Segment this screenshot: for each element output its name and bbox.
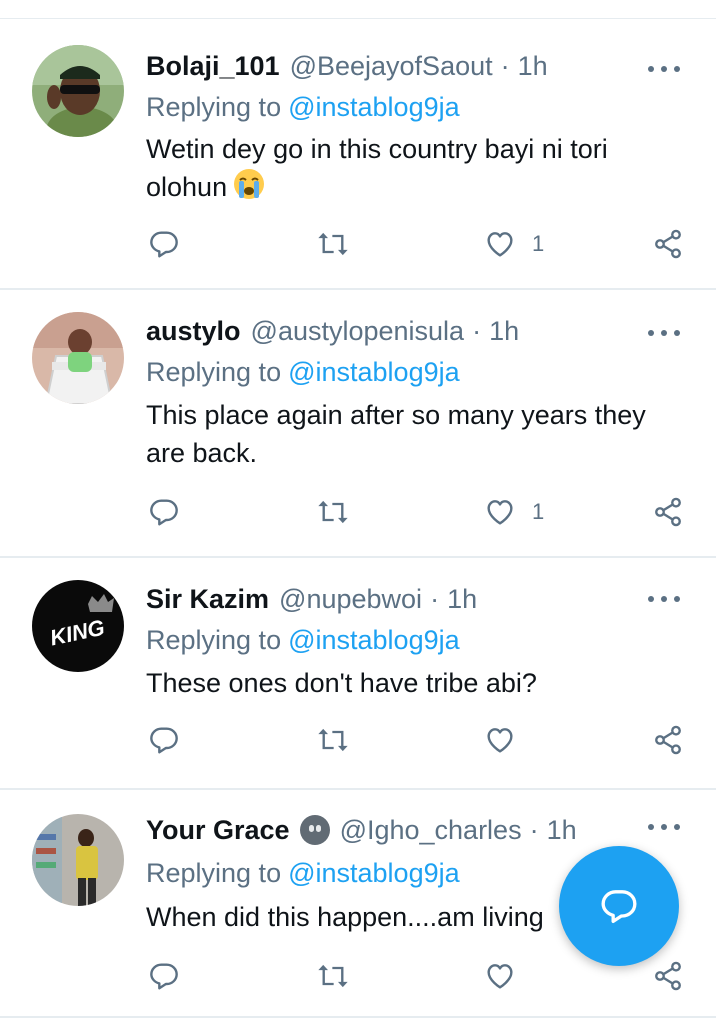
more-options-icon[interactable] (648, 318, 680, 348)
timestamp[interactable]: 1h (447, 584, 477, 615)
display-name[interactable]: Sir Kazim (146, 584, 269, 615)
tweet-divider (0, 1016, 716, 1018)
retweet-button[interactable] (316, 724, 350, 756)
tweet-reply[interactable]: austylo @austylopenisula · 1h Replying t… (0, 290, 716, 558)
loudly-crying-face-emoji (234, 169, 265, 199)
reply-icon (150, 231, 178, 258)
tweet-reply[interactable]: Bolaji_101 @BeejayofSaout · 1h Replying … (0, 0, 716, 290)
reply-button[interactable] (148, 228, 180, 260)
tweet-header: Sir Kazim @nupebwoi · 1h (146, 582, 477, 616)
timestamp[interactable]: 1h (489, 316, 519, 347)
heart-icon (487, 964, 513, 989)
replying-prefix: Replying to (146, 357, 282, 387)
replying-prefix: Replying to (146, 92, 282, 122)
share-icon (655, 961, 681, 991)
avatar[interactable] (32, 312, 124, 404)
share-button[interactable] (652, 496, 684, 528)
mention-link[interactable]: @instablog9ja (288, 357, 460, 387)
heart-icon (487, 500, 513, 525)
tweet-text: Wetin dey go in this country bayi ni tor… (146, 130, 676, 206)
tweet-header: Bolaji_101 @BeejayofSaout · 1h (146, 49, 548, 83)
more-options-icon[interactable] (648, 812, 680, 842)
separator-dot: · (430, 583, 440, 614)
share-button[interactable] (652, 724, 684, 756)
heart-icon (487, 728, 513, 753)
user-handle[interactable]: @BeejayofSaout (290, 51, 493, 82)
retweet-icon (318, 232, 348, 256)
like-button[interactable] (484, 724, 532, 756)
tweet-actions (0, 960, 716, 1000)
retweet-button[interactable] (316, 960, 350, 992)
more-options-icon[interactable] (648, 584, 680, 614)
neutral-face-emoji (299, 815, 330, 845)
share-button[interactable] (652, 228, 684, 260)
tweet-actions: 1 (0, 228, 716, 268)
user-handle[interactable]: @austylopenisula (251, 316, 465, 347)
tweet-header: Your Grace @Igho_charles · 1h (146, 813, 577, 847)
mention-link[interactable]: @instablog9ja (288, 92, 460, 122)
user-handle[interactable]: @nupebwoi (279, 584, 422, 615)
separator-dot: · (472, 315, 482, 346)
replying-to: Replying to @instablog9ja (146, 858, 460, 889)
reply-icon (150, 963, 178, 990)
share-icon (655, 229, 681, 259)
avatar[interactable] (32, 45, 124, 137)
display-name[interactable]: Bolaji_101 (146, 51, 280, 82)
avatar[interactable]: KING (32, 580, 124, 672)
separator-dot: · (500, 50, 510, 81)
reply-icon (150, 727, 178, 754)
display-name[interactable]: Your Grace (146, 815, 290, 846)
replying-prefix: Replying to (146, 625, 282, 655)
tweet-text: These ones don't have tribe abi? (146, 668, 537, 698)
avatar[interactable] (32, 814, 124, 906)
separator-dot: · (529, 814, 539, 845)
like-count: 1 (532, 231, 545, 256)
share-icon (655, 725, 681, 755)
timestamp[interactable]: 1h (518, 51, 548, 82)
more-options-icon[interactable] (648, 54, 680, 84)
retweet-icon (318, 728, 348, 752)
tweet-reply[interactable]: KING Sir Kazim @nupebwoi · 1h Replying t… (0, 558, 716, 790)
display-name[interactable]: austylo (146, 316, 241, 347)
mention-link[interactable]: @instablog9ja (288, 858, 460, 888)
retweet-button[interactable] (316, 496, 350, 528)
replying-prefix: Replying to (146, 858, 282, 888)
tweet-actions (0, 724, 716, 764)
tweet-header: austylo @austylopenisula · 1h (146, 314, 519, 348)
replying-to: Replying to @instablog9ja (146, 357, 460, 388)
share-icon (655, 497, 681, 527)
tweet-text: This place again after so many years the… (146, 400, 646, 468)
compose-reply-icon (601, 890, 637, 923)
reply-button[interactable] (148, 496, 180, 528)
like-count: 1 (532, 499, 545, 524)
like-button[interactable]: 1 (484, 496, 544, 528)
replying-to: Replying to @instablog9ja (146, 92, 460, 123)
share-button[interactable] (652, 960, 684, 992)
replying-to: Replying to @instablog9ja (146, 625, 460, 656)
retweet-icon (318, 964, 348, 988)
timestamp[interactable]: 1h (547, 815, 577, 846)
retweet-button[interactable] (316, 228, 350, 260)
heart-icon (487, 232, 513, 257)
like-button[interactable]: 1 (484, 228, 544, 260)
tweet-actions: 1 (0, 496, 716, 536)
retweet-icon (318, 500, 348, 524)
tweet-text-content: Wetin dey go in this country bayi ni tor… (146, 134, 608, 202)
reply-button[interactable] (148, 724, 180, 756)
mention-link[interactable]: @instablog9ja (288, 625, 460, 655)
reply-icon (150, 499, 178, 526)
user-handle[interactable]: @Igho_charles (340, 815, 522, 846)
reply-button[interactable] (148, 960, 180, 992)
compose-reply-button[interactable] (559, 846, 679, 966)
like-button[interactable] (484, 960, 532, 992)
